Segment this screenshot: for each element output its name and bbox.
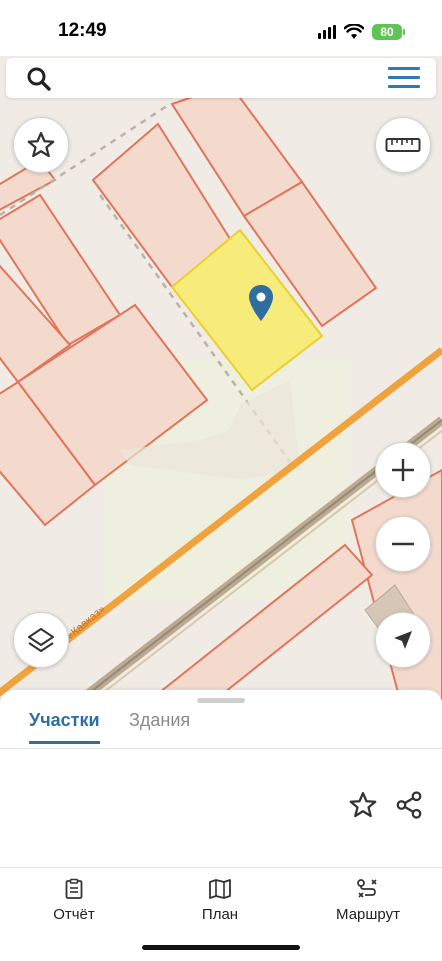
navigation-arrow-icon	[394, 631, 412, 649]
sheet-actions	[348, 790, 424, 820]
route-icon	[357, 879, 377, 898]
ruler-icon	[385, 138, 421, 152]
menu-icon[interactable]	[388, 67, 420, 89]
ruler-button[interactable]	[375, 117, 431, 173]
map-plan-icon	[209, 879, 231, 899]
home-indicator	[142, 945, 300, 950]
layers-button[interactable]	[13, 612, 69, 668]
signal-icon	[318, 25, 336, 39]
nav-plan[interactable]: План	[170, 878, 270, 923]
favorite-button[interactable]	[13, 117, 69, 173]
share-icon[interactable]	[394, 790, 424, 820]
zoom-in-button[interactable]	[375, 442, 431, 498]
minus-icon	[392, 542, 414, 546]
battery-indicator: 80	[372, 24, 405, 40]
map-canvas[interactable]: «Кавказ»	[0, 0, 442, 700]
sheet-handle[interactable]	[197, 698, 245, 703]
map-view[interactable]: «Кавказ»	[0, 0, 442, 700]
star-icon	[27, 132, 55, 158]
sheet-tabs: Участки Здания	[0, 708, 442, 749]
plus-icon	[392, 459, 414, 481]
search-icon[interactable]	[26, 66, 52, 92]
location-pin-icon[interactable]	[248, 284, 274, 322]
search-input[interactable]	[62, 64, 366, 94]
nav-label: Маршрут	[336, 906, 400, 923]
status-icons: 80	[318, 22, 405, 42]
nav-label: План	[201, 906, 239, 923]
star-icon[interactable]	[348, 790, 378, 820]
zoom-out-button[interactable]	[375, 516, 431, 572]
bottom-sheet[interactable]: Участки Здания	[0, 690, 442, 868]
search-bar[interactable]	[6, 58, 436, 98]
status-time: 12:49	[58, 20, 107, 41]
status-bar: 12:49 80	[0, 0, 442, 56]
tab-parcels[interactable]: Участки	[29, 710, 100, 744]
nav-report[interactable]: Отчёт	[24, 878, 124, 923]
report-icon	[65, 878, 83, 899]
nav-label: Отчёт	[53, 906, 95, 923]
nav-route[interactable]: Маршрут	[318, 878, 418, 923]
my-location-button[interactable]	[375, 612, 431, 668]
wifi-icon	[344, 24, 364, 39]
tab-buildings[interactable]: Здания	[129, 710, 190, 741]
layers-icon	[28, 628, 54, 652]
